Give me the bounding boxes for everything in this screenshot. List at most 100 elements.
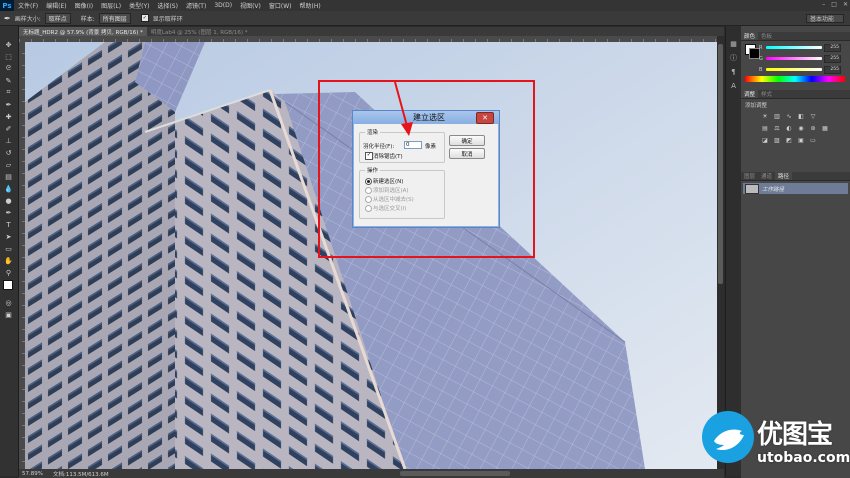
move-tool-icon[interactable]: ✥ bbox=[3, 40, 14, 49]
hue-sat-icon[interactable]: ▤ bbox=[761, 124, 769, 132]
eyedropper-icon[interactable]: ✒ bbox=[4, 14, 11, 23]
minimize-icon[interactable]: – bbox=[822, 1, 825, 8]
menu-view[interactable]: 视图(V) bbox=[236, 1, 265, 10]
gradient-map-icon[interactable]: ▭ bbox=[809, 136, 817, 144]
color-lookup-icon[interactable]: ▦ bbox=[821, 124, 829, 132]
menu-layer[interactable]: 图层(L) bbox=[97, 1, 125, 10]
posterize-icon[interactable]: ▨ bbox=[773, 136, 781, 144]
exposure-icon[interactable]: ◧ bbox=[797, 112, 805, 120]
show-ring-checkbox[interactable]: ✓ bbox=[140, 14, 149, 22]
g-slider[interactable]: G 255 bbox=[759, 54, 847, 63]
path-select-tool-icon[interactable]: ➤ bbox=[3, 232, 14, 241]
foreground-color-swatch[interactable] bbox=[3, 280, 13, 290]
levels-icon[interactable]: ▥ bbox=[773, 112, 781, 120]
layers-panel-tabs: 图层 通道 路径 bbox=[741, 172, 850, 181]
watermark-url: utobao.com bbox=[757, 450, 850, 466]
horizontal-scroll-thumb[interactable] bbox=[400, 471, 510, 476]
color-panel-tabs: 颜色 色板 bbox=[741, 32, 850, 41]
dodge-tool-icon[interactable]: ● bbox=[3, 196, 14, 205]
menu-select[interactable]: 选择(S) bbox=[153, 1, 182, 10]
quick-select-tool-icon[interactable]: ✎ bbox=[3, 76, 14, 85]
add-to-selection-radio[interactable] bbox=[365, 187, 372, 194]
menu-window[interactable]: 窗口(W) bbox=[265, 1, 296, 10]
b-slider[interactable]: B 255 bbox=[759, 65, 847, 74]
tab-styles[interactable]: 样式 bbox=[758, 90, 775, 98]
character-panel-icon[interactable]: A bbox=[729, 82, 738, 90]
new-selection-radio[interactable] bbox=[365, 178, 372, 185]
path-item-work-path[interactable]: 工作路径 bbox=[743, 183, 848, 194]
size-select[interactable]: 取样点 bbox=[44, 12, 71, 24]
document-tabs: 无标题_HDR2 @ 57.9% (背景 拷贝, RGB/16) * 明度Lab… bbox=[19, 27, 724, 36]
feather-unit: 像素 bbox=[425, 144, 437, 150]
history-panel-icon[interactable]: ▦ bbox=[729, 40, 738, 48]
type-tool-icon[interactable]: T bbox=[3, 220, 14, 229]
tab-adjustments[interactable]: 调整 bbox=[741, 90, 759, 98]
tab-color[interactable]: 颜色 bbox=[741, 32, 759, 40]
marquee-tool-icon[interactable]: ⬚ bbox=[3, 52, 14, 61]
tab-channels[interactable]: 通道 bbox=[758, 172, 775, 180]
menu-filter[interactable]: 滤镜(T) bbox=[182, 1, 210, 10]
curves-icon[interactable]: ∿ bbox=[785, 112, 793, 120]
watermark-bird-logo bbox=[702, 411, 754, 463]
color-balance-icon[interactable]: ⚖ bbox=[773, 124, 781, 132]
zoom-level[interactable]: 57.89% bbox=[22, 471, 43, 477]
eraser-tool-icon[interactable]: ▱ bbox=[3, 160, 14, 169]
cancel-button[interactable]: 取消 bbox=[449, 148, 485, 159]
menu-image[interactable]: 图像(I) bbox=[71, 1, 97, 10]
color-ramp[interactable] bbox=[745, 76, 845, 82]
healing-tool-icon[interactable]: ✚ bbox=[3, 112, 14, 121]
stamp-tool-icon[interactable]: ⊥ bbox=[3, 136, 14, 145]
shape-tool-icon[interactable]: ▭ bbox=[3, 244, 14, 253]
close-window-icon[interactable]: ✕ bbox=[843, 1, 848, 8]
intersect-selection-radio[interactable] bbox=[365, 205, 372, 212]
quick-mask-icon[interactable]: ◎ bbox=[3, 298, 14, 307]
menu-file[interactable]: 文件(F) bbox=[14, 1, 42, 10]
history-brush-icon[interactable]: ↺ bbox=[3, 148, 14, 157]
feather-radius-input[interactable]: 0 bbox=[404, 141, 422, 149]
threshold-icon[interactable]: ◩ bbox=[785, 136, 793, 144]
restore-icon[interactable]: □ bbox=[831, 1, 837, 8]
properties-panel-icon[interactable]: ⓘ bbox=[729, 54, 738, 62]
window-controls: – □ ✕ bbox=[822, 1, 848, 8]
dialog-close-button[interactable]: ✕ bbox=[476, 112, 494, 124]
vertical-scroll-thumb[interactable] bbox=[718, 44, 723, 284]
menu-help[interactable]: 帮助(H) bbox=[296, 1, 325, 10]
screen-mode-icon[interactable]: ▣ bbox=[3, 310, 14, 319]
workspace-select[interactable]: 基本功能 bbox=[806, 14, 844, 23]
ok-button[interactable]: 确定 bbox=[449, 135, 485, 146]
brightness-icon[interactable]: ☀ bbox=[761, 112, 769, 120]
tab-layers[interactable]: 图层 bbox=[741, 172, 758, 180]
sample-select[interactable]: 所有图层 bbox=[98, 12, 131, 24]
menu-3d[interactable]: 3D(D) bbox=[210, 2, 236, 9]
lasso-tool-icon[interactable]: ᘓ bbox=[3, 64, 14, 73]
render-legend: 渲染 bbox=[365, 128, 381, 136]
pen-tool-icon[interactable]: ✒ bbox=[3, 208, 14, 217]
zoom-tool-icon[interactable]: ⚲ bbox=[3, 268, 14, 277]
options-bar: ✒ 画样大小: 取样点 样本: 所有图层 ✓ 显示取样环 bbox=[0, 11, 850, 26]
menu-edit[interactable]: 编辑(E) bbox=[42, 1, 70, 10]
tab-inactive-document[interactable]: 明度Lab4 @ 25% (图层 1, RGB/16) * bbox=[147, 27, 252, 36]
selective-color-icon[interactable]: ▣ bbox=[797, 136, 805, 144]
paragraph-panel-icon[interactable]: ¶ bbox=[729, 68, 738, 76]
bw-icon[interactable]: ◐ bbox=[785, 124, 793, 132]
tab-paths[interactable]: 路径 bbox=[775, 172, 793, 180]
invert-icon[interactable]: ◪ bbox=[761, 136, 769, 144]
menu-type[interactable]: 类型(Y) bbox=[125, 1, 153, 10]
antialias-checkbox[interactable]: ✓ bbox=[365, 152, 373, 160]
blur-tool-icon[interactable]: 💧 bbox=[3, 184, 14, 193]
vibrance-icon[interactable]: ▽ bbox=[809, 112, 817, 120]
sample-label: 样本: bbox=[80, 15, 95, 23]
gradient-tool-icon[interactable]: ▤ bbox=[3, 172, 14, 181]
subtract-selection-radio[interactable] bbox=[365, 196, 372, 203]
brush-tool-icon[interactable]: ✐ bbox=[3, 124, 14, 133]
hand-tool-icon[interactable]: ✋ bbox=[3, 256, 14, 265]
tab-swatches[interactable]: 色板 bbox=[758, 32, 775, 40]
eyedropper-tool-icon[interactable]: ✒ bbox=[3, 100, 14, 109]
photo-filter-icon[interactable]: ◉ bbox=[797, 124, 805, 132]
dialog-title-bar[interactable]: 建立选区 ✕ bbox=[353, 111, 499, 124]
channel-mixer-icon[interactable]: ⊛ bbox=[809, 124, 817, 132]
r-slider[interactable]: R 255 bbox=[759, 43, 847, 52]
crop-tool-icon[interactable]: ⌗ bbox=[3, 88, 14, 97]
tab-active-document[interactable]: 无标题_HDR2 @ 57.9% (背景 拷贝, RGB/16) * bbox=[19, 27, 147, 36]
add-to-selection-label: 添加到选区(A) bbox=[373, 188, 409, 194]
